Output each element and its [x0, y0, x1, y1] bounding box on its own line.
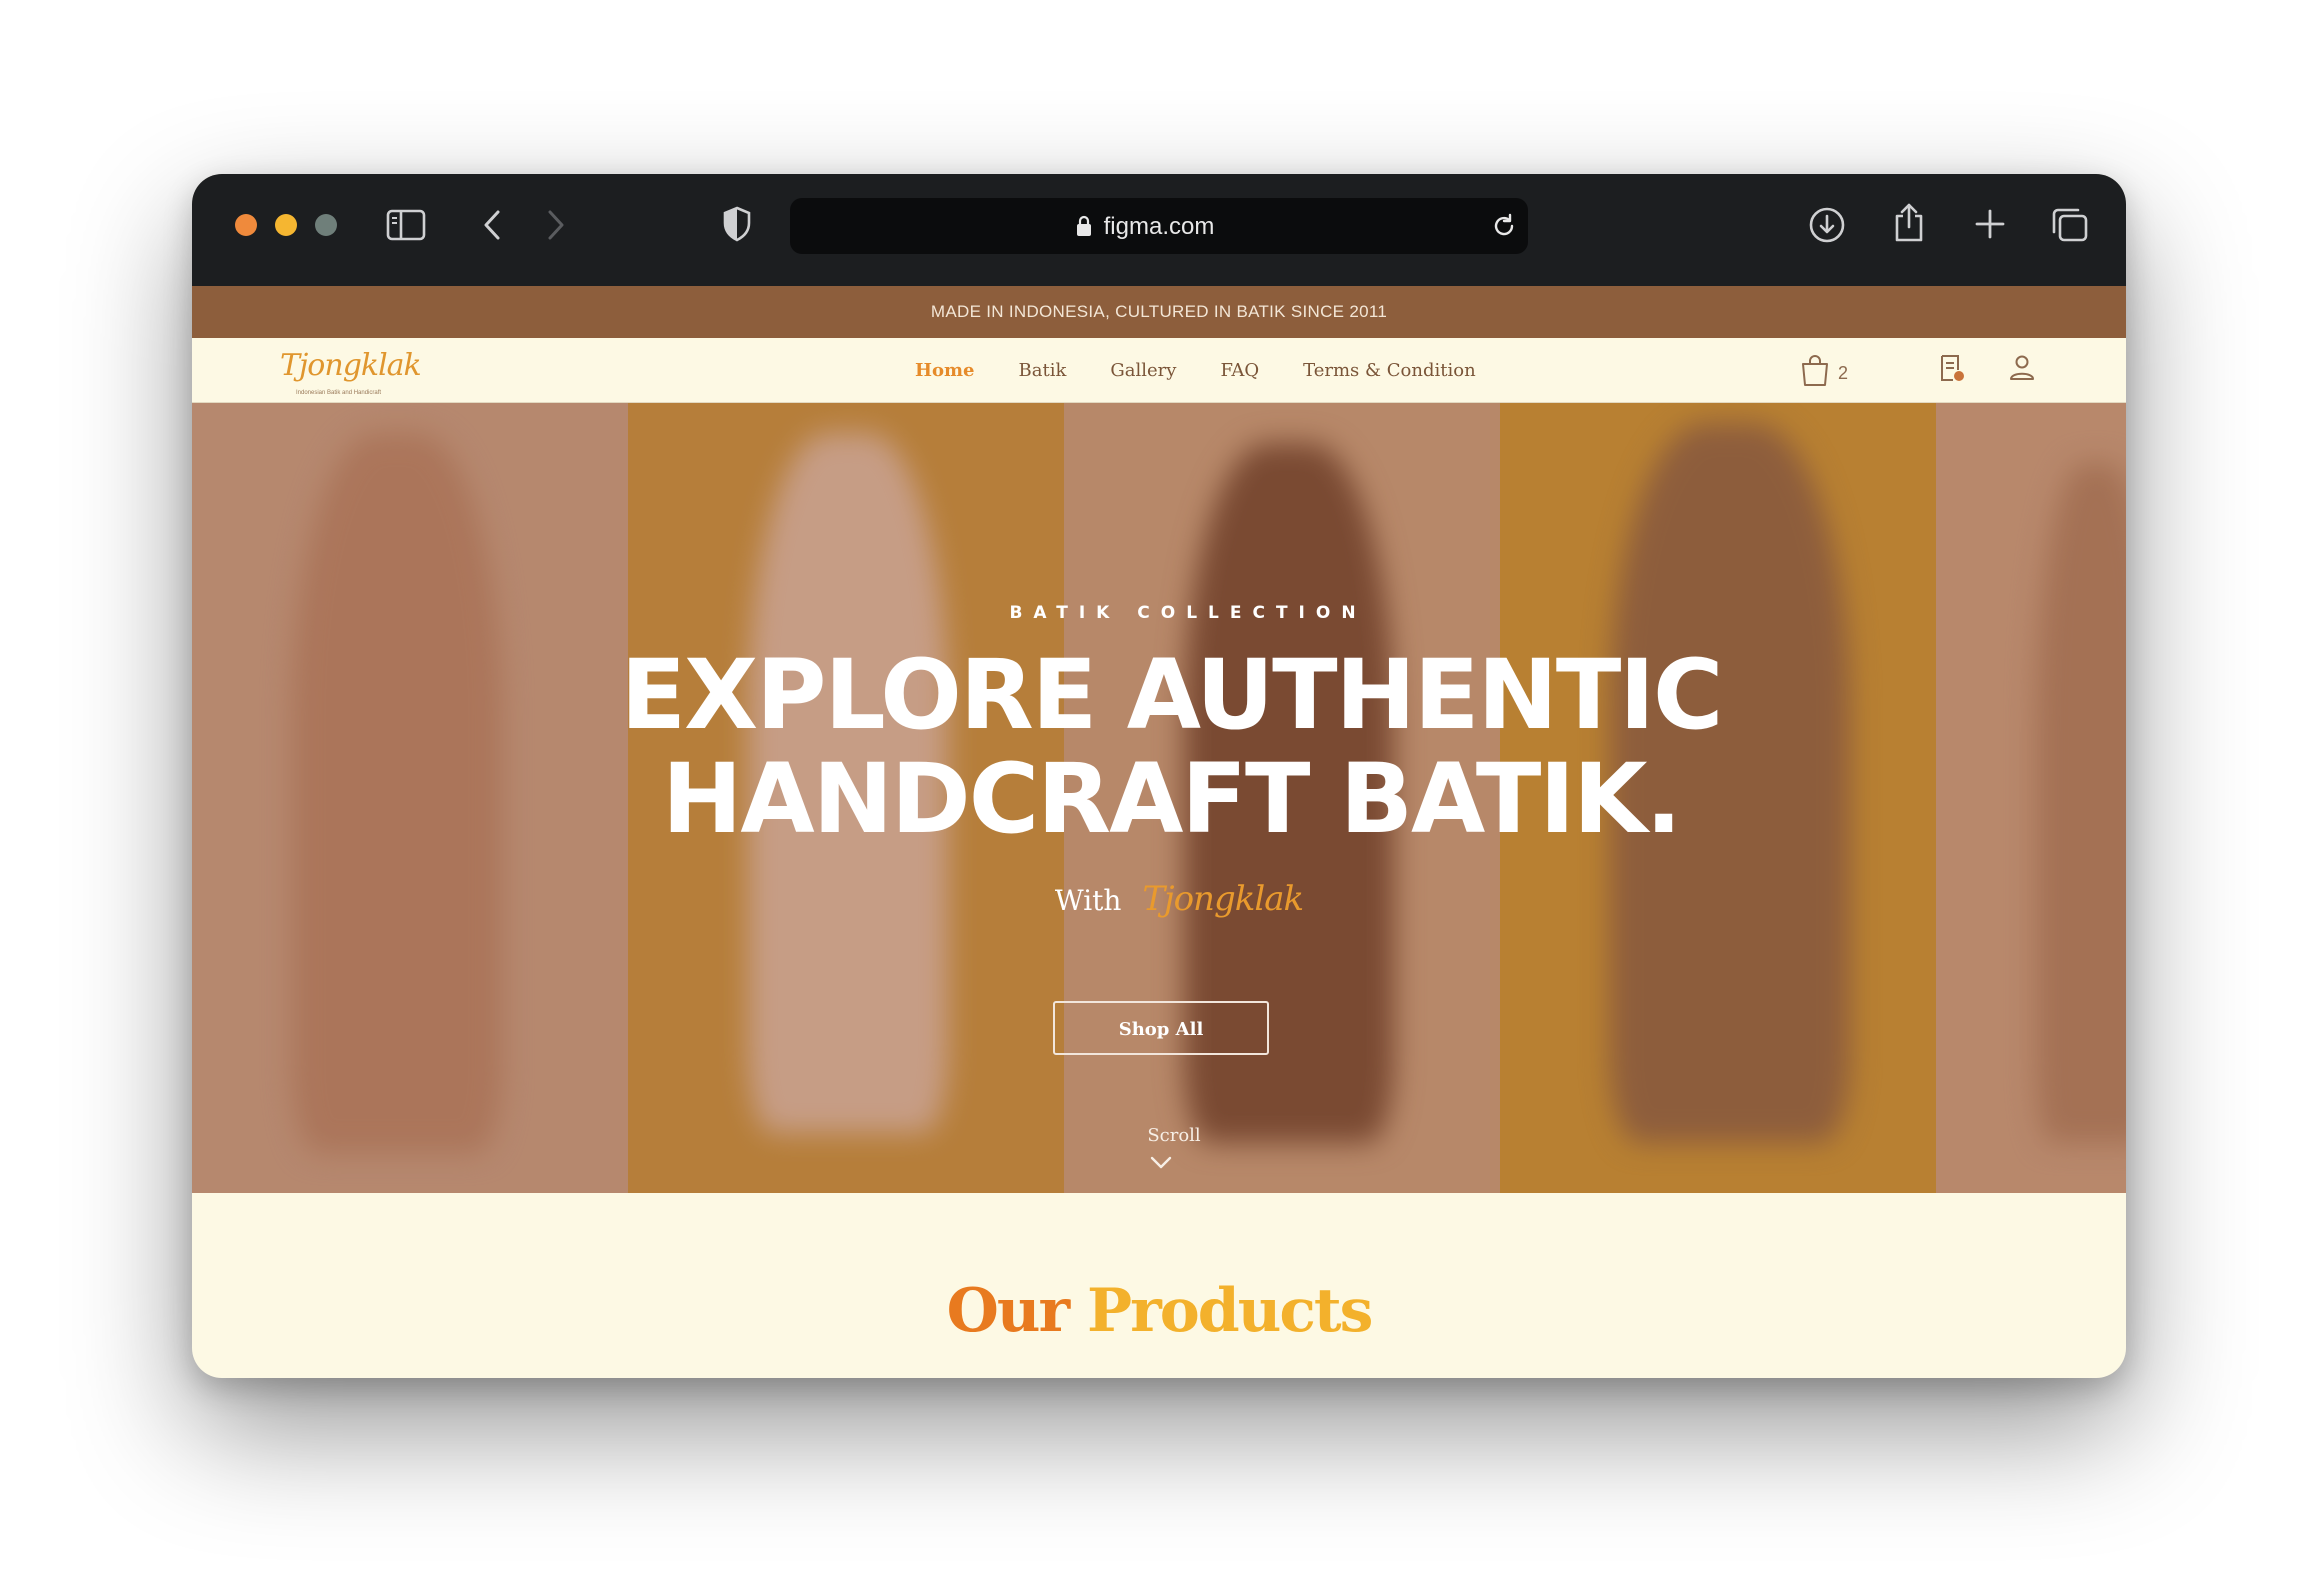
shield-icon[interactable]: [722, 206, 752, 242]
hero-heading-line1: EXPLORE AUTHENTIC: [620, 639, 1724, 751]
products-title-word1: Our: [946, 1276, 1070, 1346]
logo-text: Tjongklak: [280, 348, 422, 383]
forward-icon[interactable]: [544, 208, 568, 242]
hero-heading: EXPLORE AUTHENTIC HANDCRAFT BATIK.: [192, 643, 2126, 851]
browser-toolbar: figma.com: [192, 174, 2126, 288]
chevron-down-icon[interactable]: [1149, 1155, 1173, 1176]
products-title-word2: Products: [1087, 1276, 1373, 1346]
shopping-bag-icon: [1801, 355, 1828, 386]
nav-home[interactable]: Home: [915, 360, 975, 381]
cart-count: 2: [1837, 362, 1848, 383]
logo-tagline: Indonesian Batik and Handicraft: [296, 390, 382, 396]
zoom-window-button[interactable]: [315, 214, 337, 236]
minimize-window-button[interactable]: [275, 214, 297, 236]
address-bar[interactable]: figma.com: [790, 198, 1528, 254]
browser-window: figma.com MADE IN INDONESIA, CULTURED IN…: [192, 174, 2126, 1378]
tabs-overview-icon[interactable]: [2050, 206, 2090, 244]
hero-eyebrow: BATIK COLLECTION: [1009, 603, 1367, 623]
sidebar-icon[interactable]: [386, 208, 426, 242]
nav-terms[interactable]: Terms & Condition: [1303, 360, 1476, 381]
close-window-button[interactable]: [235, 214, 257, 236]
announcement-bar: MADE IN INDONESIA, CULTURED IN BATIK SIN…: [192, 286, 2126, 338]
hero-with-brand: With Tjongklak: [192, 879, 2126, 919]
nav-batik[interactable]: Batik: [1019, 360, 1067, 381]
brand-logo[interactable]: Tjongklak Indonesian Batik and Handicraf…: [280, 348, 422, 396]
hero-brand-logo: Tjongklak: [1142, 879, 1304, 919]
order-list-icon[interactable]: [1938, 353, 1966, 388]
with-label: With: [1054, 884, 1122, 917]
nav-actions: 2: [1800, 338, 2036, 402]
hero-banner: BATIK COLLECTION EXPLORE AUTHENTIC HANDC…: [192, 403, 2126, 1193]
scroll-label[interactable]: Scroll: [192, 1125, 2126, 1146]
new-tab-icon[interactable]: [1974, 208, 2006, 240]
user-account-icon[interactable]: [2008, 354, 2036, 387]
site-nav: Tjongklak Indonesian Batik and Handicraf…: [192, 338, 2126, 403]
main-menu: Home Batik Gallery FAQ Terms & Condition: [915, 338, 1520, 402]
shop-all-button[interactable]: Shop All: [1053, 1001, 1269, 1055]
nav-faq[interactable]: FAQ: [1220, 360, 1259, 381]
hero-heading-line2: HANDCRAFT BATIK.: [662, 743, 1682, 855]
products-section-title: Our Products: [192, 1276, 2126, 1346]
share-icon[interactable]: [1892, 202, 1926, 244]
back-icon[interactable]: [480, 208, 504, 242]
cart-button[interactable]: 2: [1800, 353, 1848, 387]
url-text: figma.com: [1103, 213, 1215, 240]
reload-icon[interactable]: [1490, 212, 1518, 245]
download-icon[interactable]: [1808, 206, 1846, 244]
nav-gallery[interactable]: Gallery: [1110, 360, 1176, 381]
